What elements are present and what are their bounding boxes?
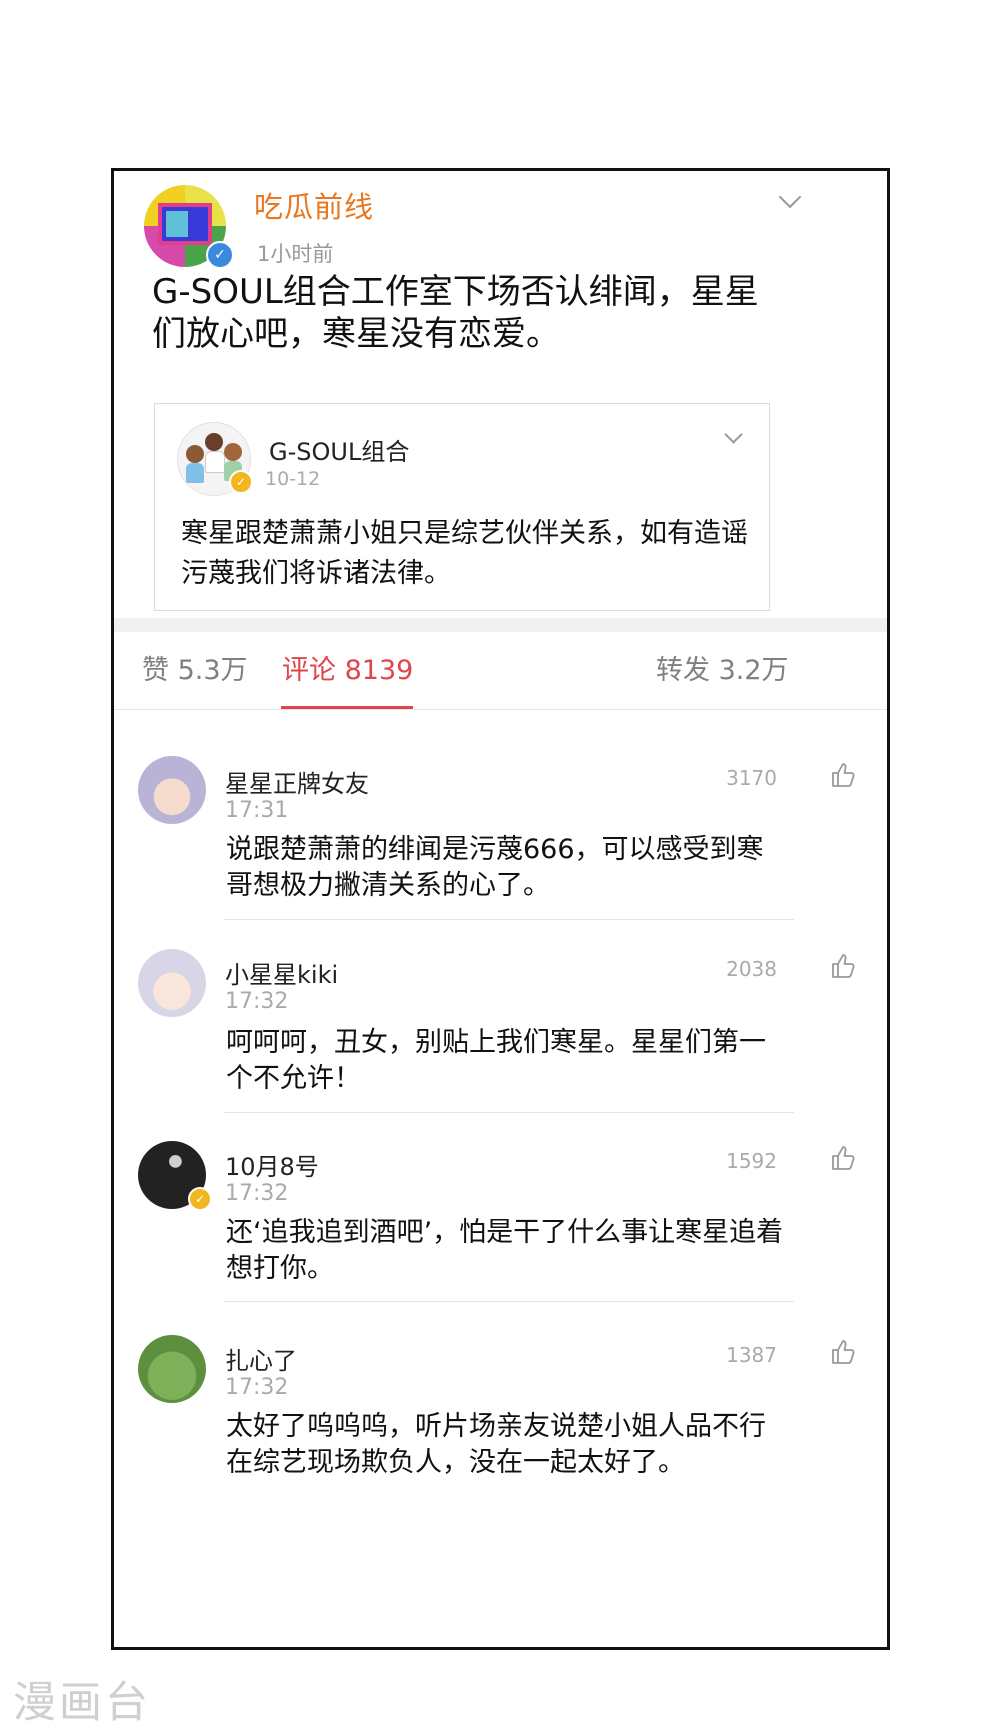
- commenter-avatar[interactable]: [138, 756, 206, 824]
- verified-badge-icon: ✓: [229, 470, 253, 494]
- commenter-name[interactable]: 扎心了: [225, 1341, 297, 1376]
- comment-time: 17:32: [225, 1375, 289, 1400]
- thumbs-up-icon[interactable]: [831, 1145, 855, 1171]
- thumbs-up-icon[interactable]: [831, 762, 855, 788]
- like-count: 2038: [726, 957, 777, 981]
- tab-comments[interactable]: 评论 8139: [282, 648, 413, 687]
- like-count: 1387: [726, 1343, 777, 1367]
- divider: [224, 1112, 794, 1113]
- comment-text: 太好了呜呜呜，听片场亲友说楚小姐人品不行在综艺现场欺负人，没在一起太好了。: [226, 1411, 766, 1478]
- tab-likes[interactable]: 赞 5.3万: [142, 648, 248, 687]
- like-count: 1592: [726, 1149, 777, 1173]
- tab-reposts[interactable]: 转发 3.2万: [656, 648, 789, 687]
- section-separator: [114, 618, 887, 632]
- watermark: 漫画台: [13, 1678, 151, 1728]
- verified-badge-icon: ✓: [188, 1187, 212, 1211]
- avatar-figure-body: [205, 451, 225, 473]
- reposted-card[interactable]: ✓ G-SOUL组合 10-12 寒星跟楚萧萧小姐只是综艺伙伴关系，如有造谣污蔑…: [154, 403, 770, 611]
- commenter-name[interactable]: 小星星kiki: [225, 955, 338, 990]
- thumbs-up-icon[interactable]: [831, 1339, 855, 1365]
- post-timestamp: 1小时前: [257, 242, 334, 266]
- avatar-figure: [205, 433, 223, 451]
- commenter-name[interactable]: 10月8号: [225, 1147, 319, 1182]
- divider: [224, 1301, 794, 1302]
- avatar-figure: [186, 445, 204, 463]
- chevron-down-icon[interactable]: [724, 425, 743, 444]
- thumbs-up-icon[interactable]: [831, 953, 855, 979]
- avatar-figure: [224, 443, 242, 461]
- commenter-avatar[interactable]: [138, 1335, 206, 1403]
- post-author-name[interactable]: 吃瓜前线: [254, 184, 374, 226]
- comment-time: 17:32: [225, 989, 289, 1014]
- chevron-down-icon[interactable]: [778, 185, 802, 209]
- commenter-name[interactable]: 星星正牌女友: [225, 764, 369, 799]
- comment-text: 呵呵呵，丑女，别贴上我们寒星。星星们第一个不允许！: [226, 1027, 766, 1094]
- divider: [224, 919, 794, 920]
- repost-author-name[interactable]: G-SOUL组合: [269, 432, 409, 467]
- comment-text: 说跟楚萧萧的绯闻是污蔑666，可以感受到寒哥想极力撇清关系的心了。: [226, 834, 764, 901]
- repost-body-text: 寒星跟楚萧萧小姐只是综艺伙伴关系，如有造谣污蔑我们将诉诸法律。: [181, 518, 748, 589]
- commenter-avatar[interactable]: [138, 949, 206, 1017]
- comment-time: 17:32: [225, 1181, 289, 1206]
- like-count: 3170: [726, 766, 777, 790]
- repost-date: 10-12: [265, 468, 321, 490]
- avatar-pattern-inner: [166, 211, 188, 237]
- comment-text: 还‘追我追到酒吧’，怕是干了什么事让寒星追着想打你。: [226, 1217, 784, 1284]
- avatar-figure-body: [186, 463, 204, 483]
- verified-badge-icon: ✓: [206, 241, 234, 269]
- comment-time: 17:31: [225, 798, 289, 823]
- divider: [114, 709, 887, 710]
- post-body-text: G-SOUL组合工作室下场否认绯闻，星星们放心吧，寒星没有恋爱。: [152, 272, 759, 354]
- weibo-post-card: ✓ 吃瓜前线 1小时前 G-SOUL组合工作室下场否认绯闻，星星们放心吧，寒星没…: [111, 168, 890, 1650]
